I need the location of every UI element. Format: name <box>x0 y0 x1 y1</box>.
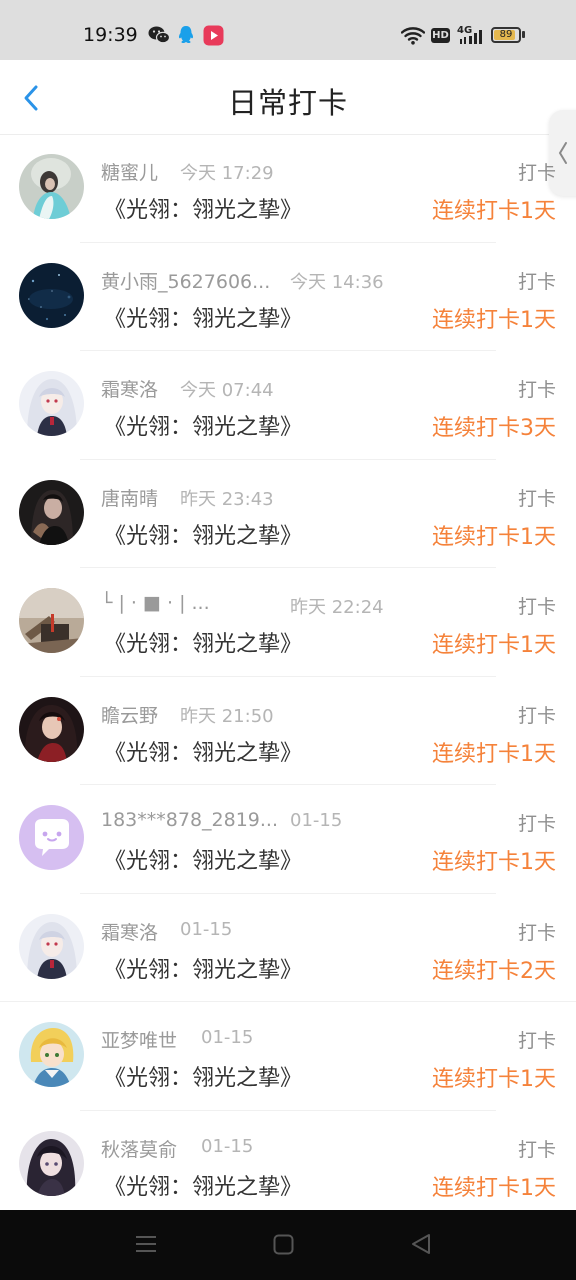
list-item[interactable]: 糖蜜儿 今天 17:29 打卡 《光翎：翎光之挚》 连续打卡1天 <box>0 134 576 243</box>
action-label: 打卡 <box>517 813 556 835</box>
battery-text: 89 <box>499 29 513 40</box>
user-name[interactable]: 唐南晴 <box>101 484 158 511</box>
streak-label: 连续打卡1天 <box>432 524 556 550</box>
book-title[interactable]: 《光翎：翎光之挚》 <box>104 1060 302 1092</box>
list-item[interactable]: 霜寒洛 今天 07:44 打卡 《光翎：翎光之挚》 连续打卡3天 <box>0 351 576 460</box>
checkin-time: 今天 17:29 <box>180 163 274 184</box>
video-app-icon <box>203 25 224 46</box>
avatar[interactable] <box>19 588 84 653</box>
book-title[interactable]: 《光翎：翎光之挚》 <box>104 409 302 441</box>
user-name[interactable]: └ | · ■ · | ... <box>101 592 210 614</box>
streak-label: 连续打卡3天 <box>432 416 556 441</box>
streak-label: 连续打卡1天 <box>432 850 556 875</box>
avatar[interactable] <box>19 1022 84 1087</box>
avatar[interactable] <box>19 913 84 979</box>
user-name[interactable]: 霜寒洛 <box>101 918 158 945</box>
streak-label: 连续打卡2天 <box>432 958 556 984</box>
avatar[interactable] <box>19 696 84 762</box>
wifi-icon <box>401 27 425 45</box>
user-name[interactable]: 瞻云野 <box>101 701 158 728</box>
list-item[interactable]: 唐南晴 昨天 23:43 打卡 《光翎：翎光之挚》 连续打卡1天 <box>0 460 576 569</box>
action-label: 打卡 <box>517 270 556 293</box>
user-name[interactable]: 亚梦唯世 <box>101 1026 177 1053</box>
checkin-time: 01-15 <box>201 1027 254 1048</box>
hd-badge: HD <box>431 28 450 43</box>
back-triangle-icon[interactable] <box>410 1233 432 1255</box>
streak-label: 连续打卡1天 <box>432 633 556 658</box>
checkin-time: 01-15 <box>201 1135 254 1157</box>
battery-icon: 89 <box>491 27 521 43</box>
home-square-icon[interactable] <box>273 1234 294 1255</box>
checkin-time: 昨天 21:50 <box>180 705 274 727</box>
list-item[interactable]: 霜寒洛 01-15 打卡 《光翎：翎光之挚》 连续打卡2天 <box>0 894 576 1003</box>
checkin-list: 糖蜜儿 今天 17:29 打卡 《光翎：翎光之挚》 连续打卡1天 黄小雨_562… <box>0 134 576 1219</box>
streak-label: 连续打卡1天 <box>432 1175 556 1201</box>
avatar[interactable] <box>19 1130 84 1196</box>
list-item[interactable]: 183***878_2819... 01-15 打卡 《光翎：翎光之挚》 连续打… <box>0 785 576 894</box>
user-name[interactable]: 183***878_2819... <box>101 809 278 831</box>
signal-icon <box>460 30 482 44</box>
list-item[interactable]: 黄小雨_5627606... 今天 14:36 打卡 《光翎：翎光之挚》 连续打… <box>0 243 576 352</box>
user-name[interactable]: 黄小雨_5627606... <box>101 267 270 294</box>
action-label: 打卡 <box>517 487 556 510</box>
book-title[interactable]: 《光翎：翎光之挚》 <box>104 843 302 875</box>
action-label: 打卡 <box>517 921 556 944</box>
wechat-icon <box>148 26 170 44</box>
checkin-time: 今天 14:36 <box>290 271 384 293</box>
book-title[interactable]: 《光翎：翎光之挚》 <box>104 952 302 984</box>
system-nav-bar <box>0 1210 576 1280</box>
avatar[interactable] <box>19 154 84 219</box>
list-item[interactable]: 亚梦唯世 01-15 打卡 《光翎：翎光之挚》 连续打卡1天 <box>0 1002 576 1111</box>
checkin-time: 01-15 <box>290 810 343 831</box>
status-bar: 19:39 HD 4G 89 <box>0 0 576 60</box>
book-title[interactable]: 《光翎：翎光之挚》 <box>104 192 302 224</box>
streak-label: 连续打卡1天 <box>432 741 556 767</box>
list-item[interactable]: └ | · ■ · | ... 昨天 22:24 打卡 《光翎：翎光之挚》 连续… <box>0 568 576 677</box>
book-title[interactable]: 《光翎：翎光之挚》 <box>104 518 302 550</box>
menu-icon[interactable] <box>135 1234 157 1254</box>
avatar[interactable] <box>19 371 84 436</box>
avatar[interactable] <box>19 479 84 545</box>
avatar[interactable] <box>19 262 84 328</box>
status-time: 19:39 <box>83 24 138 46</box>
battery-cap <box>522 31 525 38</box>
page-title: 日常打卡 <box>227 86 348 120</box>
action-label: 打卡 <box>517 596 556 618</box>
user-name[interactable]: 霜寒洛 <box>101 375 158 402</box>
book-title[interactable]: 《光翎：翎光之挚》 <box>104 735 302 767</box>
list-item[interactable]: 瞻云野 昨天 21:50 打卡 《光翎：翎光之挚》 连续打卡1天 <box>0 677 576 786</box>
book-title[interactable]: 《光翎：翎光之挚》 <box>104 1169 302 1201</box>
qq-icon <box>178 26 194 44</box>
streak-label: 连续打卡1天 <box>432 307 556 333</box>
list-item[interactable]: 秋落莫俞 01-15 打卡 《光翎：翎光之挚》 连续打卡1天 <box>0 1111 576 1220</box>
streak-label: 连续打卡1天 <box>432 199 556 224</box>
checkin-time: 01-15 <box>180 918 233 940</box>
book-title[interactable]: 《光翎：翎光之挚》 <box>104 626 302 658</box>
checkin-time: 昨天 23:43 <box>180 488 274 510</box>
action-label: 打卡 <box>517 704 556 727</box>
action-label: 打卡 <box>517 1030 556 1052</box>
action-label: 打卡 <box>517 162 556 184</box>
user-name[interactable]: 糖蜜儿 <box>101 158 158 185</box>
streak-label: 连续打卡1天 <box>432 1067 556 1092</box>
action-label: 打卡 <box>517 1138 556 1161</box>
book-title[interactable]: 《光翎：翎光之挚》 <box>104 301 302 333</box>
checkin-time: 昨天 22:24 <box>290 597 384 618</box>
avatar[interactable] <box>19 805 84 870</box>
checkin-time: 今天 07:44 <box>180 380 274 401</box>
header: 日常打卡 <box>0 60 576 135</box>
action-label: 打卡 <box>517 379 556 401</box>
user-name[interactable]: 秋落莫俞 <box>101 1135 177 1162</box>
